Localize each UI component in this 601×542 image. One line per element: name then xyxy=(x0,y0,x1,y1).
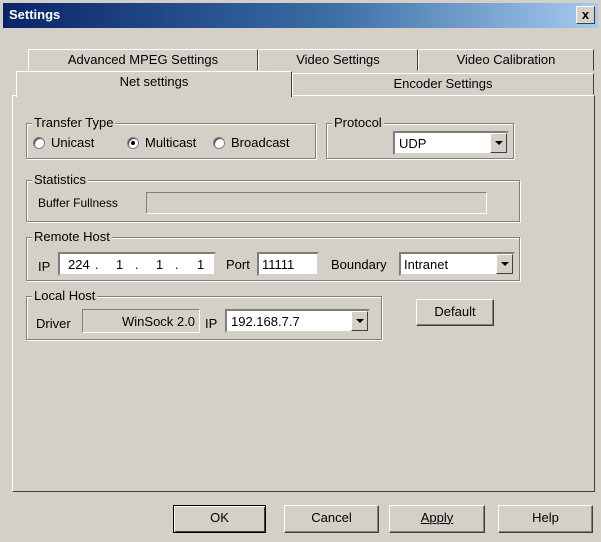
ip-octet-3[interactable]: 1 xyxy=(156,257,163,272)
local-ip-dropdown-button[interactable] xyxy=(351,311,368,331)
tab-label: Advanced MPEG Settings xyxy=(67,52,219,67)
protocol-select[interactable]: UDP xyxy=(393,131,509,155)
tab-advanced-mpeg-settings[interactable]: Advanced MPEG Settings xyxy=(28,49,258,71)
ip-octet-1[interactable]: 224 xyxy=(68,257,90,272)
tab-label: Video Calibration xyxy=(456,52,556,67)
local-ip-value: 192.168.7.7 xyxy=(231,314,300,329)
cancel-button[interactable]: Cancel xyxy=(284,505,379,533)
protocol-dropdown-button[interactable] xyxy=(490,133,507,153)
protocol-label: Protocol xyxy=(332,115,384,130)
port-value: 11111 xyxy=(262,257,295,272)
buffer-fullness-bar xyxy=(146,192,487,214)
tab-label: Encoder Settings xyxy=(393,76,493,91)
ok-button-label: OK xyxy=(210,510,229,525)
local-host-label: Local Host xyxy=(32,288,98,303)
default-button-label: Default xyxy=(434,304,476,319)
apply-button-label: Apply xyxy=(420,510,454,525)
remote-host-label: Remote Host xyxy=(32,229,112,244)
radio-unicast-label: Unicast xyxy=(51,135,95,150)
cancel-button-label: Cancel xyxy=(311,510,352,525)
protocol-value: UDP xyxy=(399,136,427,151)
apply-button[interactable]: Apply xyxy=(389,505,485,533)
chevron-down-icon xyxy=(501,262,509,266)
radio-multicast-label: Multicast xyxy=(145,135,197,150)
help-button[interactable]: Help xyxy=(498,505,593,533)
port-field[interactable]: 11111 xyxy=(257,252,319,276)
window-title: Settings xyxy=(9,7,61,22)
local-ip-select[interactable]: 192.168.7.7 xyxy=(225,309,370,333)
default-button[interactable]: Default xyxy=(416,299,494,326)
port-label: Port xyxy=(226,257,250,272)
tab-video-settings[interactable]: Video Settings xyxy=(258,49,418,71)
transfer-type-label: Transfer Type xyxy=(32,115,116,130)
boundary-label: Boundary xyxy=(331,257,387,272)
boundary-dropdown-button[interactable] xyxy=(496,254,513,274)
ip-octet-4[interactable]: 1 xyxy=(197,257,204,272)
driver-value-box: WinSock 2.0 xyxy=(82,309,200,333)
chevron-down-icon xyxy=(356,319,364,323)
remote-ip-label: IP xyxy=(38,259,51,274)
tab-encoder-settings[interactable]: Encoder Settings xyxy=(292,73,594,95)
tab-label: Video Settings xyxy=(296,52,380,67)
statistics-label: Statistics xyxy=(32,172,89,187)
radio-multicast[interactable] xyxy=(127,137,139,149)
close-button[interactable]: x xyxy=(576,6,595,24)
ip-dot: . xyxy=(95,257,99,272)
radio-selected-dot xyxy=(131,141,135,145)
driver-label: Driver xyxy=(36,316,71,331)
ip-dot: . xyxy=(135,257,139,272)
boundary-select[interactable]: Intranet xyxy=(399,252,515,276)
remote-ip-field[interactable]: 224 . 1 . 1 . 1 xyxy=(58,252,216,276)
ok-button[interactable]: OK xyxy=(173,505,266,533)
driver-value: WinSock 2.0 xyxy=(122,314,195,329)
close-icon: x xyxy=(581,7,590,22)
title-bar[interactable]: Settings x xyxy=(3,3,598,28)
radio-broadcast-label: Broadcast xyxy=(231,135,290,150)
radio-broadcast[interactable] xyxy=(213,137,225,149)
local-ip-label: IP xyxy=(205,316,218,331)
boundary-value: Intranet xyxy=(404,257,449,272)
help-button-label: Help xyxy=(532,510,559,525)
tab-video-calibration[interactable]: Video Calibration xyxy=(418,49,594,71)
ip-dot: . xyxy=(175,257,179,272)
settings-dialog: Settings x Advanced MPEG Settings Video … xyxy=(0,0,601,542)
tab-net-settings[interactable]: Net settings xyxy=(16,71,292,97)
chevron-down-icon xyxy=(495,141,503,145)
ip-octet-2[interactable]: 1 xyxy=(116,257,123,272)
tab-label: Net settings xyxy=(119,74,189,89)
radio-unicast[interactable] xyxy=(33,137,45,149)
buffer-fullness-label: Buffer Fullness xyxy=(38,196,118,210)
